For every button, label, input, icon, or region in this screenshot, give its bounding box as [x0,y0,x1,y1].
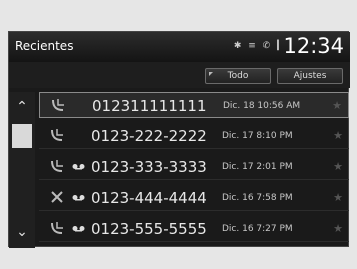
voicemail-icon [72,195,85,201]
scroll-up-button[interactable]: ⌃ [9,94,35,120]
star-icon[interactable]: ★ [333,191,343,204]
scroll-thumb[interactable] [12,124,32,148]
call-number: 0123-444-4444 [91,189,207,207]
call-date: Dic. 17 8:10 PM [222,131,293,141]
tab-ajustes-label: Ajustes [293,71,327,81]
call-row[interactable]: 0123-222-2222 Dic. 17 8:10 PM ★ [39,123,349,149]
star-icon[interactable]: ★ [332,99,342,112]
scrollbar[interactable]: ⌃ ⌄ [9,92,35,248]
call-row[interactable]: 0123-555-5555 Dic. 16 7:27 PM ★ [39,216,349,242]
star-icon[interactable]: ★ [333,222,343,235]
page-title: Recientes [15,39,74,53]
chevron-up-icon: ⌃ [16,99,28,115]
missed-call-icon [51,191,63,203]
call-row[interactable]: 012311111111 Dic. 18 10:56 AM ★ [39,92,349,118]
clock: 12:34 [283,34,344,58]
incoming-call-icon [51,129,63,141]
call-date: Dic. 16 7:27 PM [222,224,293,234]
star-icon[interactable]: ★ [333,160,343,173]
tab-corner-icon [209,72,213,76]
call-row[interactable]: 0123-444-4444 Dic. 16 7:58 PM ★ [39,185,349,211]
tab-ajustes[interactable]: Ajustes [277,68,343,84]
incoming-call-icon [52,99,64,111]
call-row[interactable]: 0123-333-3333 Dic. 17 2:01 PM ★ [39,154,349,180]
voicemail-icon [72,164,85,170]
status-bar: Recientes ✱ ≡ ✆ ▎ 12:34 [9,32,350,62]
tab-todo-label: Todo [227,71,249,81]
scroll-down-button[interactable]: ⌄ [9,219,35,245]
incoming-call-icon [51,222,63,234]
call-date: Dic. 17 2:01 PM [222,162,293,172]
status-icons: ✱ ≡ ✆ ▎ [233,41,286,51]
star-icon[interactable]: ★ [333,129,343,142]
call-number: 0123-555-5555 [91,220,207,238]
call-number: 0123-333-3333 [91,158,207,176]
voicemail-icon [72,226,85,232]
call-date: Dic. 18 10:56 AM [223,101,301,111]
call-number: 0123-222-2222 [91,127,207,145]
chevron-down-icon: ⌄ [16,224,28,240]
recent-calls-list: ⌃ ⌄ 012311111111 Dic. 18 10:56 AM ★ 0123… [9,92,350,248]
call-date: Dic. 16 7:58 PM [222,193,293,203]
phone-screen: Recientes ✱ ≡ ✆ ▎ 12:34 Todo Ajustes ⌃ ⌄… [8,31,350,248]
tab-bar: Todo Ajustes [9,62,350,88]
tab-todo[interactable]: Todo [205,68,271,84]
call-number: 012311111111 [92,97,207,115]
incoming-call-icon [51,160,63,172]
